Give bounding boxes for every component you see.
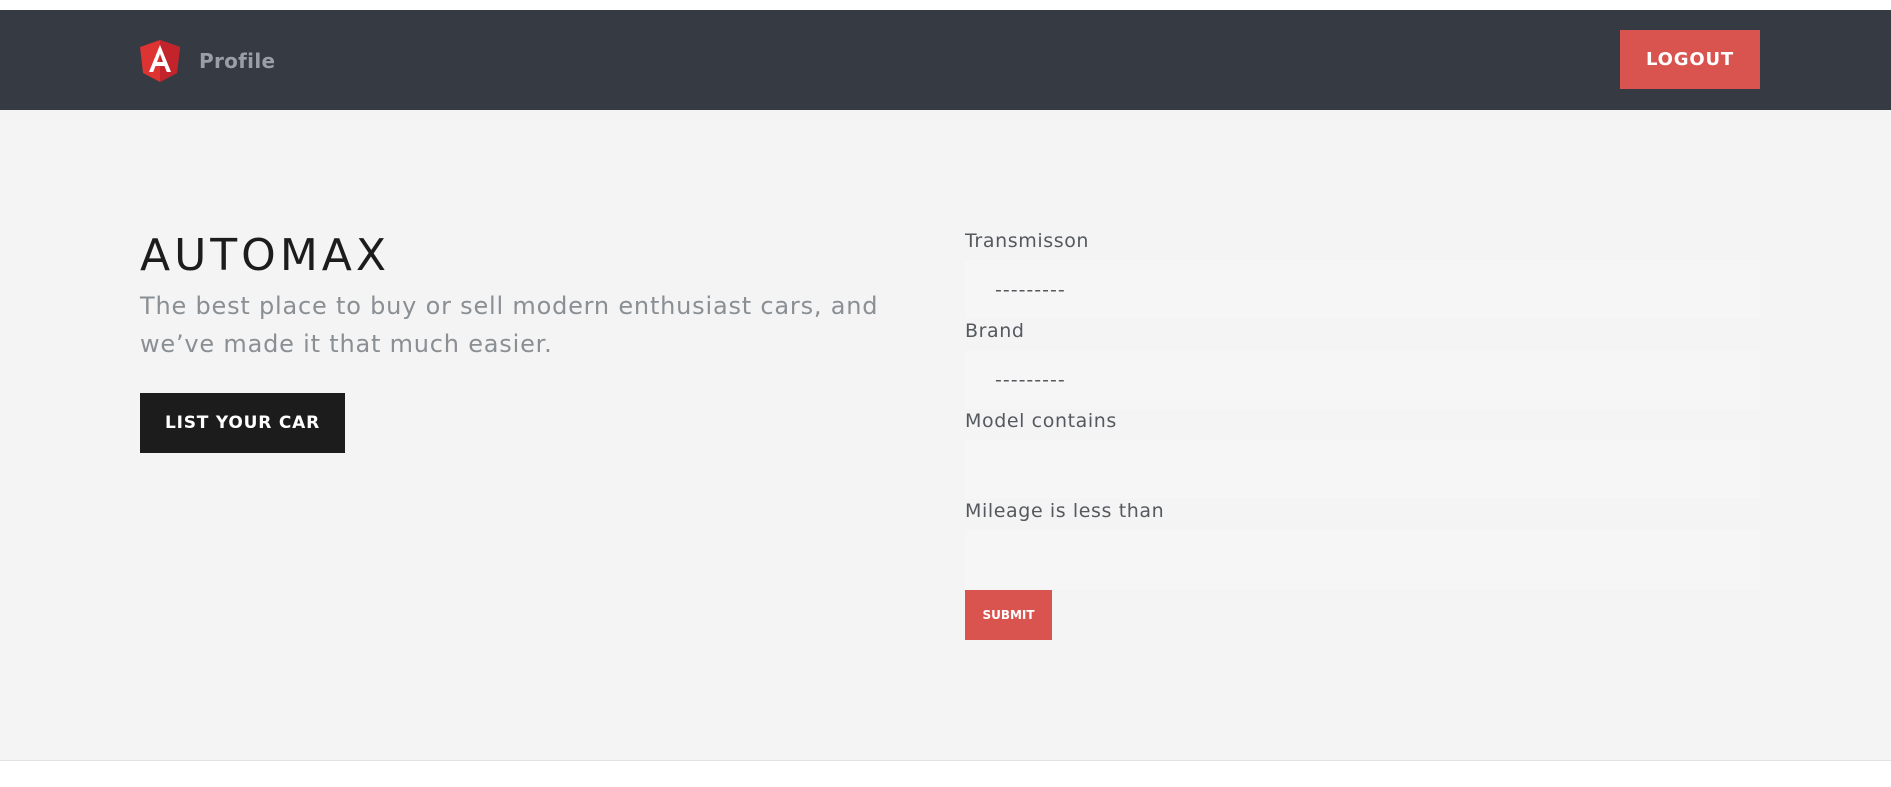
- navbar: Profile LOGOUT: [0, 10, 1891, 110]
- page-title: AUTOMAX: [140, 230, 391, 281]
- main-section: AUTOMAX The best place to buy or sell mo…: [0, 110, 1891, 760]
- submit-button[interactable]: SUBMIT: [965, 590, 1052, 640]
- logout-button[interactable]: LOGOUT: [1620, 30, 1760, 89]
- transmission-label: Transmisson: [965, 230, 1090, 252]
- mileage-input[interactable]: [965, 530, 1760, 589]
- angular-logo-icon: [140, 40, 180, 82]
- brand-select[interactable]: ---------: [965, 350, 1760, 409]
- brand-label: Brand: [965, 320, 1025, 342]
- mileage-label: Mileage is less than: [965, 500, 1165, 522]
- profile-link[interactable]: Profile: [140, 40, 275, 82]
- hero-description: The best place to buy or sell modern ent…: [140, 292, 879, 358]
- footer: [0, 760, 1891, 787]
- top-strip: [0, 0, 1891, 10]
- model-label: Model contains: [965, 410, 1117, 432]
- profile-label: Profile: [199, 49, 276, 73]
- model-input[interactable]: [965, 440, 1760, 499]
- transmission-select[interactable]: ---------: [965, 260, 1760, 319]
- list-your-car-button[interactable]: LIST YOUR CAR: [140, 393, 345, 453]
